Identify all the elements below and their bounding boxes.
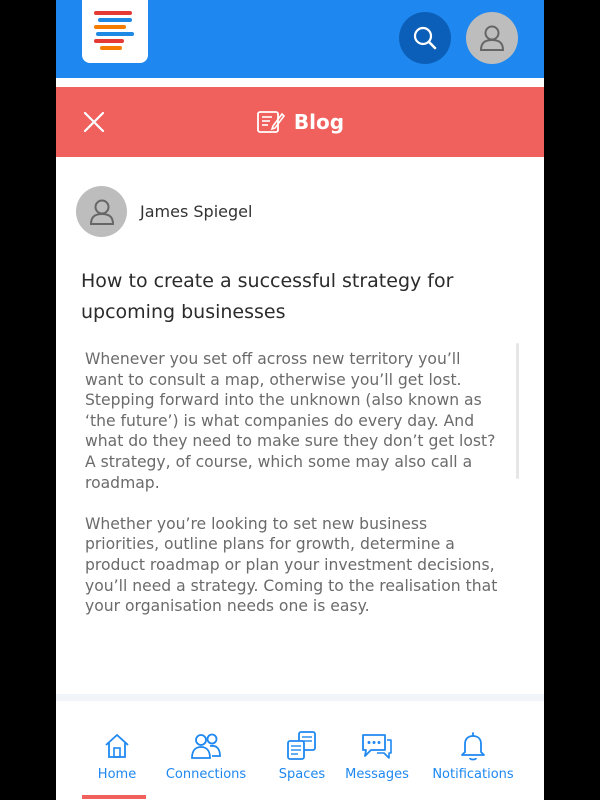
nav-item-notifications[interactable]: Notifications: [426, 701, 520, 800]
post-title: How to create a successful strategy for …: [81, 270, 454, 323]
author-name[interactable]: James Spiegel: [140, 202, 252, 221]
bottom-nav: Home Connections Spaces Messages Notific…: [56, 701, 544, 800]
close-icon: [83, 111, 105, 133]
nav-label: Connections: [165, 767, 247, 782]
nav-item-connections[interactable]: Connections: [160, 701, 252, 800]
app-bar: [56, 0, 544, 78]
blog-header-title: Blog: [293, 110, 345, 134]
author-avatar[interactable]: [76, 186, 127, 237]
nav-item-spaces[interactable]: Spaces: [274, 701, 330, 800]
nav-label: Home: [97, 767, 137, 782]
app-bar-spacer: [56, 78, 544, 87]
search-button[interactable]: [399, 12, 451, 64]
phone-screen: Blog James Spiegel How to create a succe…: [56, 0, 544, 800]
scrollbar[interactable]: [516, 343, 519, 479]
post-paragraph: Whenever you set off across new territor…: [85, 350, 496, 492]
nav-label: Spaces: [278, 767, 326, 782]
chat-icon: [362, 734, 392, 759]
edit-document-icon: [257, 111, 285, 133]
user-icon: [89, 199, 114, 225]
active-tab-indicator: [82, 795, 146, 799]
profile-button[interactable]: [466, 12, 518, 64]
user-icon: [479, 25, 505, 51]
app-logo[interactable]: [82, 0, 148, 63]
blog-header: Blog: [56, 87, 544, 157]
spaces-icon: [287, 731, 316, 760]
blog-title-group: Blog: [56, 87, 544, 157]
post-body: Whenever you set off across new territor…: [85, 349, 503, 637]
close-button[interactable]: [80, 108, 108, 136]
people-icon: [191, 733, 221, 759]
post-paragraph: Whether you’re looking to set new busine…: [85, 514, 498, 616]
nav-label: Messages: [345, 767, 409, 782]
search-icon: [413, 26, 437, 50]
nav-item-home[interactable]: Home: [90, 701, 144, 800]
bell-icon: [461, 732, 485, 761]
nav-label: Notifications: [432, 767, 514, 782]
divider: [56, 694, 544, 701]
home-icon: [105, 734, 129, 758]
nav-item-messages[interactable]: Messages: [342, 701, 412, 800]
